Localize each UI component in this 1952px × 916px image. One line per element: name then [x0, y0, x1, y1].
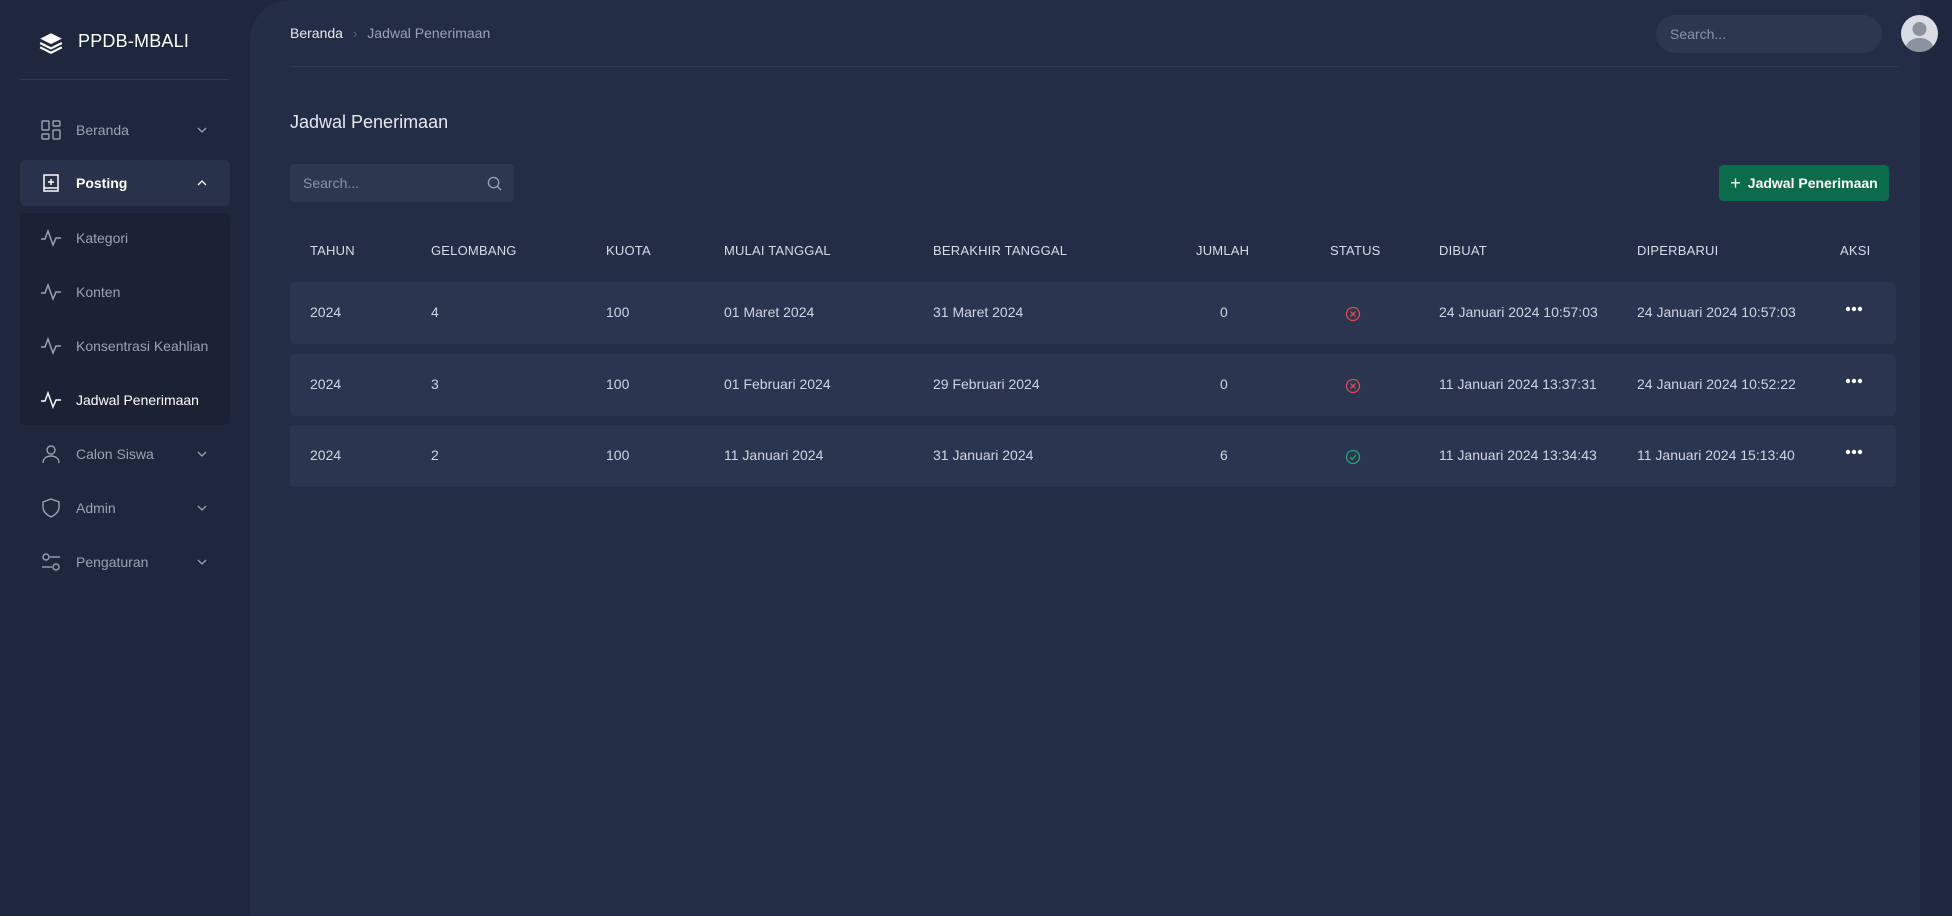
table-header: TAHUN GELOMBANG KUOTA MULAI TANGGAL BERA…	[290, 240, 1896, 260]
activity-icon	[40, 389, 62, 411]
chevron-right-icon: ›	[352, 25, 358, 41]
chevron-down-icon	[197, 559, 207, 565]
column-header: DIBUAT	[1439, 243, 1487, 258]
cell-berakhir: 31 Januari 2024	[933, 447, 1034, 463]
cell-gelombang: 2	[431, 447, 439, 463]
cell-gelombang: 3	[431, 376, 439, 392]
cell-dibuat: 24 Januari 2024 10:57:03	[1439, 304, 1598, 320]
table-row: 2024 2 100 11 Januari 2024 31 Januari 20…	[290, 425, 1896, 487]
cell-tahun: 2024	[310, 376, 342, 392]
sidebar-item-label: Calon Siswa	[76, 446, 154, 462]
table-row: 2024 3 100 01 Februari 2024 29 Februari …	[290, 354, 1896, 416]
column-header: DIPERBARUI	[1637, 243, 1719, 258]
add-document-icon	[40, 172, 62, 194]
column-header: MULAI TANGGAL	[724, 243, 831, 258]
column-header: STATUS	[1330, 243, 1381, 258]
avatar[interactable]	[1901, 15, 1938, 52]
sidebar-item-pengaturan[interactable]: Pengaturan	[20, 539, 230, 585]
sidebar-item-label: Konten	[76, 284, 121, 300]
activity-icon	[40, 227, 62, 249]
status-inactive-icon	[1345, 306, 1361, 322]
posting-submenu: Kategori Konten Konsentrasi Keahlian Jad…	[20, 213, 230, 425]
column-header: AKSI	[1840, 243, 1871, 258]
header-search-input[interactable]	[1656, 15, 1882, 53]
cell-jumlah: 0	[1220, 304, 1228, 320]
shield-icon	[40, 497, 62, 519]
table-search	[290, 164, 514, 202]
sidebar-item-label: Posting	[76, 175, 128, 191]
breadcrumb-home[interactable]: Beranda	[290, 25, 343, 41]
activity-icon	[40, 281, 62, 303]
sidebar-item-jadwal-penerimaan[interactable]: Jadwal Penerimaan	[20, 380, 230, 420]
cell-dibuat: 11 Januari 2024 13:37:31	[1439, 376, 1597, 392]
user-icon	[40, 443, 62, 465]
table-search-input[interactable]	[290, 164, 480, 202]
more-actions-icon[interactable]	[1843, 445, 1865, 459]
cell-diperbarui: 11 Januari 2024 15:13:40	[1637, 447, 1795, 463]
cell-tahun: 2024	[310, 304, 342, 320]
sidebar-item-label: Pengaturan	[76, 554, 149, 570]
brand[interactable]: PPDB-MBALI	[20, 20, 229, 80]
sidebar-item-label: Jadwal Penerimaan	[76, 392, 199, 408]
cell-berakhir: 29 Februari 2024	[933, 376, 1040, 392]
sidebar-item-label: Admin	[76, 500, 116, 516]
cell-berakhir: 31 Maret 2024	[933, 304, 1024, 320]
add-jadwal-button[interactable]: + Jadwal Penerimaan	[1719, 165, 1889, 201]
chevron-down-icon	[197, 127, 207, 133]
sidebar-item-konten[interactable]: Konten	[20, 272, 230, 312]
plus-icon: +	[1730, 173, 1741, 193]
search-icon	[487, 176, 502, 191]
sidebar-item-label: Beranda	[76, 122, 129, 138]
add-jadwal-button-label: Jadwal Penerimaan	[1747, 175, 1878, 191]
chevron-down-icon	[197, 505, 207, 511]
cell-mulai: 01 Februari 2024	[724, 376, 831, 392]
cell-mulai: 11 Januari 2024	[724, 447, 824, 463]
topbar: Beranda › Jadwal Penerimaan	[290, 0, 1938, 67]
sidebar-item-label: Konsentrasi Keahlian	[76, 338, 209, 354]
cell-gelombang: 4	[431, 304, 439, 320]
sidebar-item-konsentrasi-keahlian[interactable]: Konsentrasi Keahlian	[20, 326, 230, 366]
sidebar-item-beranda[interactable]: Beranda	[20, 107, 230, 153]
cell-kuota: 100	[606, 376, 630, 392]
app-title: PPDB-MBALI	[78, 31, 190, 51]
more-actions-icon[interactable]	[1843, 302, 1865, 316]
cell-diperbarui: 24 Januari 2024 10:57:03	[1637, 304, 1796, 320]
status-active-icon	[1345, 449, 1361, 465]
column-header: GELOMBANG	[431, 243, 517, 258]
page-title: Jadwal Penerimaan	[290, 112, 449, 132]
main-panel: Beranda › Jadwal Penerimaan Jadwal Pener…	[250, 0, 1938, 916]
cell-jumlah: 0	[1220, 376, 1228, 392]
sidebar: PPDB-MBALI Beranda Posting Kategori Kont…	[0, 0, 250, 916]
cell-tahun: 2024	[310, 447, 342, 463]
cell-dibuat: 11 Januari 2024 13:34:43	[1439, 447, 1597, 463]
column-header: TAHUN	[310, 243, 355, 258]
layers-icon	[39, 33, 63, 54]
sidebar-item-label: Kategori	[76, 230, 129, 246]
cell-kuota: 100	[606, 447, 630, 463]
cell-kuota: 100	[606, 304, 630, 320]
column-header: KUOTA	[606, 243, 651, 258]
activity-icon	[40, 335, 62, 357]
breadcrumb: Beranda › Jadwal Penerimaan	[290, 25, 490, 41]
settings-sliders-icon	[40, 551, 62, 573]
table-row: 2024 4 100 01 Maret 2024 31 Maret 2024 0…	[290, 282, 1896, 344]
sidebar-item-admin[interactable]: Admin	[20, 485, 230, 531]
user-avatar-icon	[1905, 22, 1934, 52]
chevron-up-icon	[197, 180, 207, 186]
status-inactive-icon	[1345, 378, 1361, 394]
cell-jumlah: 6	[1220, 447, 1228, 463]
cell-mulai: 01 Maret 2024	[724, 304, 815, 320]
chevron-down-icon	[197, 451, 207, 457]
dashboard-icon	[40, 119, 62, 141]
more-actions-icon[interactable]	[1843, 374, 1865, 388]
cell-diperbarui: 24 Januari 2024 10:52:22	[1637, 376, 1796, 392]
column-header: JUMLAH	[1196, 243, 1250, 258]
column-header: BERAKHIR TANGGAL	[933, 243, 1068, 258]
breadcrumb-current: Jadwal Penerimaan	[367, 25, 491, 41]
sidebar-item-calon-siswa[interactable]: Calon Siswa	[20, 431, 230, 477]
sidebar-item-kategori[interactable]: Kategori	[20, 218, 230, 258]
sidebar-item-posting[interactable]: Posting	[20, 160, 230, 206]
